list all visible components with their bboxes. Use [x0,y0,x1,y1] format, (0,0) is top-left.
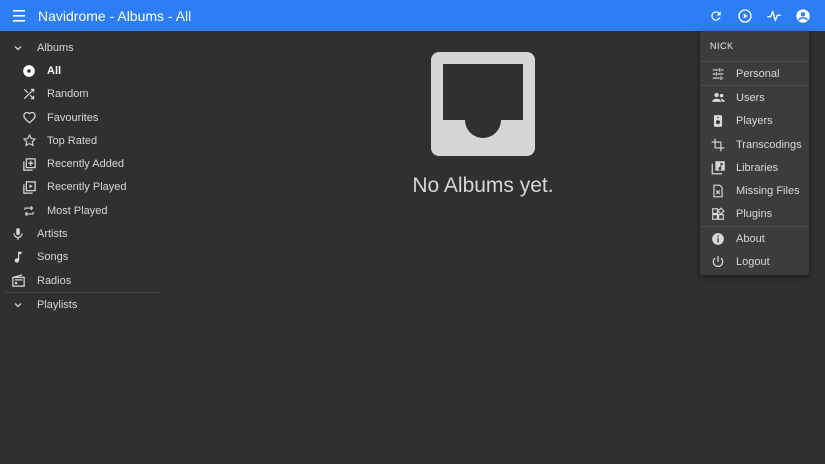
user-menu: NICK Personal Users Players Transcodings… [700,31,809,275]
sidebar-item-random[interactable]: Random [0,83,160,106]
sidebar-item-label: Albums [37,41,74,54]
menu-item-label: Logout [736,256,770,269]
sidebar-item-all[interactable]: All [0,59,160,82]
sidebar-item-label: Favourites [47,111,99,124]
chevron-down-icon [10,40,26,56]
sidebar-item-label: Playlists [37,298,78,311]
menu-item-personal[interactable]: Personal [700,62,809,85]
menu-item-label: Libraries [736,161,779,174]
sidebar-item-label: All [47,64,62,77]
menu-item-missing-files[interactable]: Missing Files [700,179,809,202]
star-icon [21,133,37,149]
sidebar: Albums All Random Favourites Top Rated R… [0,36,160,317]
account-circle-icon[interactable] [794,7,811,24]
page-title: Navidrome - Albums - All [38,7,192,24]
sidebar-item-label: Radios [37,274,72,287]
sidebar-item-recently-added[interactable]: Recently Added [0,152,160,175]
menu-item-label: About [736,232,765,245]
missing-file-icon [710,183,726,199]
menu-item-label: Transcodings [736,138,802,151]
people-icon [710,90,726,106]
menu-item-transcodings[interactable]: Transcodings [700,133,809,156]
menu-item-label: Players [736,115,773,128]
play-circle-icon[interactable] [736,7,753,24]
inbox-icon [431,52,535,156]
sidebar-item-most-played[interactable]: Most Played [0,199,160,222]
menu-item-about[interactable]: About [700,227,809,250]
sidebar-item-radios[interactable]: Radios [0,269,160,292]
menu-item-players[interactable]: Players [700,110,809,133]
sidebar-item-top-rated[interactable]: Top Rated [0,129,160,152]
menu-item-label: Users [736,91,765,104]
repeat-icon [21,203,37,219]
menu-item-plugins[interactable]: Plugins [700,203,809,226]
music-note-icon [10,249,26,265]
heart-icon [21,110,37,126]
menu-item-label: Personal [736,67,780,80]
sidebar-item-songs[interactable]: Songs [0,246,160,269]
shuffle-icon [21,86,37,102]
menu-item-libraries[interactable]: Libraries [700,156,809,179]
user-menu-username: NICK [710,41,734,51]
menu-item-logout[interactable]: Logout [700,250,809,273]
menu-item-label: Missing Files [736,185,800,198]
chevron-down-icon [10,297,26,313]
library-music-icon [710,160,726,176]
app-bar: Navidrome - Albums - All [0,0,825,31]
empty-message: No Albums yet. [412,174,554,197]
tune-icon [710,66,726,82]
sidebar-item-label: Recently Played [47,181,127,194]
album-disc-icon [21,63,37,79]
sidebar-item-favourites[interactable]: Favourites [0,106,160,129]
info-icon [710,231,726,247]
library-add-icon [21,156,37,172]
activity-icon[interactable] [765,7,782,24]
sidebar-item-label: Random [47,88,89,101]
sidebar-item-artists[interactable]: Artists [0,222,160,245]
radio-icon [10,273,26,289]
empty-state: No Albums yet. [380,52,586,198]
sidebar-item-label: Artists [37,228,68,241]
sidebar-item-label: Most Played [47,204,108,217]
widgets-icon [710,206,726,222]
hamburger-menu-icon[interactable] [0,0,38,31]
power-icon [710,254,726,270]
sidebar-item-label: Songs [37,251,69,264]
video-library-icon [21,179,37,195]
crop-icon [710,137,726,153]
speaker-icon [710,113,726,129]
sidebar-item-albums[interactable]: Albums [0,36,160,59]
sidebar-item-label: Recently Added [47,158,125,171]
refresh-icon[interactable] [707,7,724,24]
sidebar-item-playlists[interactable]: Playlists [0,293,160,316]
microphone-icon [10,226,26,242]
menu-item-users[interactable]: Users [700,86,809,109]
sidebar-item-label: Top Rated [47,134,98,147]
sidebar-item-recently-played[interactable]: Recently Played [0,176,160,199]
menu-item-label: Plugins [736,208,773,221]
